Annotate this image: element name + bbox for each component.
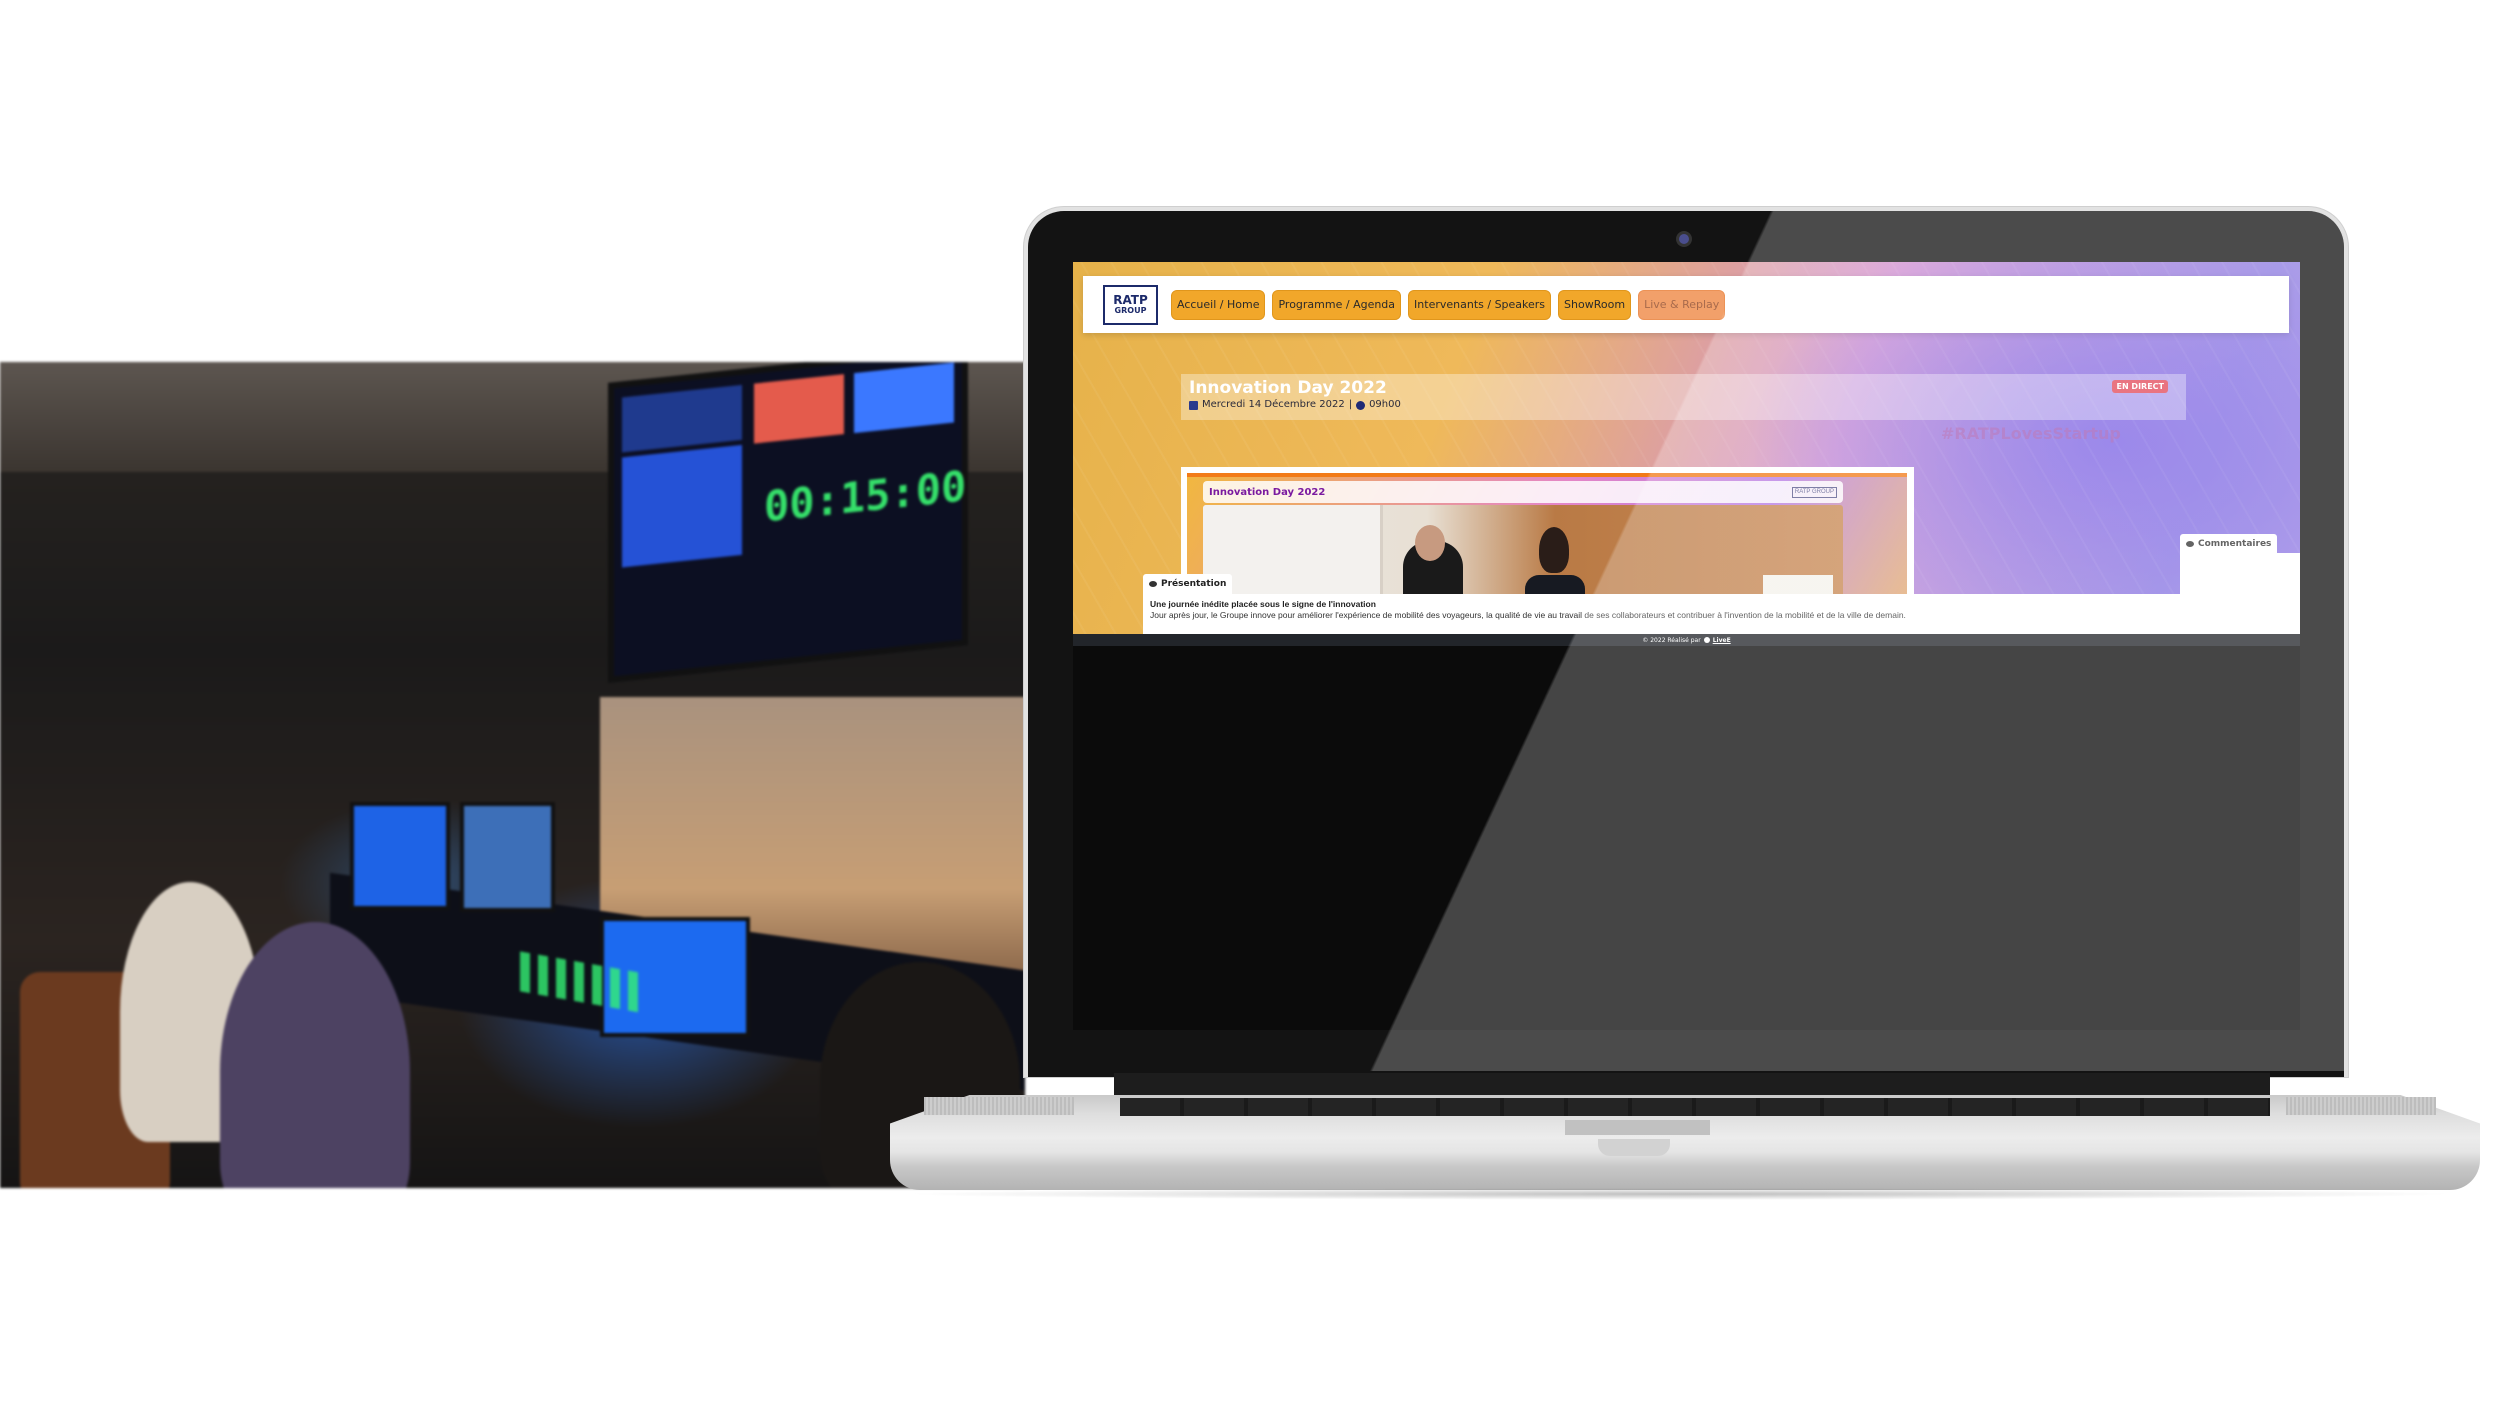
desk-monitor [460, 802, 555, 912]
presentation-tab-label: Présentation [1161, 579, 1227, 589]
event-datetime: Mercredi 14 Décembre 2022 | 09h00 [1189, 398, 2178, 412]
site-footer: © 2022 Réalisé par LiveE [1073, 634, 2300, 646]
monitor-tile [622, 384, 742, 453]
monitor-tile [622, 444, 742, 568]
speaker-man-head [1415, 525, 1445, 561]
meta-separator: | [1348, 399, 1353, 410]
screen-bezel-bottom [1073, 646, 2300, 1030]
nav-speakers[interactable]: Intervenants / Speakers [1408, 289, 1552, 320]
event-date: Mercredi 14 Décembre 2022 [1202, 399, 1345, 410]
speaker-grille-left [924, 1097, 1074, 1115]
wall-monitor: 00:15:00 [608, 362, 968, 683]
video-overlay-header: Innovation Day 2022 RATP GROUP [1203, 481, 1843, 503]
webcam-icon [1679, 234, 1689, 244]
top-navigation: RATP GROUP Accueil / Home Programme / Ag… [1083, 276, 2289, 333]
laptop-hinge [1114, 1073, 2270, 1095]
video-overlay-logo: RATP GROUP [1791, 486, 1837, 498]
logo-line1: RATP [1113, 292, 1148, 307]
event-time: 09h00 [1369, 399, 1401, 410]
video-overlay-title: Innovation Day 2022 [1209, 486, 1326, 498]
laptop-trackpad [1565, 1120, 1710, 1135]
nav-showroom[interactable]: ShowRoom [1558, 289, 1632, 320]
comments-tab-label: Commentaires [2198, 538, 2272, 549]
presentation-heading: Une journée inédite placée sous le signe… [1150, 599, 1376, 609]
desk-monitor [350, 802, 450, 910]
laptop-lid-notch [1598, 1139, 1670, 1156]
speaker-woman-head [1539, 527, 1569, 573]
countdown-timer: 00:15:00 [764, 461, 967, 532]
laptop-shadow [900, 1188, 2460, 1200]
background-hashtag: #RATPLovesStartup [1941, 424, 2121, 443]
event-header: Innovation Day 2022 Mercredi 14 Décembre… [1181, 374, 2186, 420]
live-status-badge: EN DIRECT [2112, 380, 2168, 393]
speaker-grille-right [2286, 1097, 2436, 1115]
control-room-photo: 00:15:00 [0, 362, 1025, 1188]
comment-bubble-icon [1149, 581, 1157, 587]
clock-icon [1356, 400, 1366, 410]
presentation-content: Une journée inédite placée sous le signe… [1143, 594, 2300, 638]
event-title: Innovation Day 2022 [1189, 378, 1387, 398]
nav-home[interactable]: Accueil / Home [1171, 289, 1266, 320]
tab-comments[interactable]: Commentaires [2180, 534, 2278, 553]
footer-text: © 2022 Réalisé par [1642, 636, 1701, 644]
calendar-icon [1189, 400, 1198, 410]
comment-bubble-icon [2186, 540, 2194, 547]
laptop-keyboard [1120, 1098, 2270, 1116]
laptop-screen: RATP GROUP Accueil / Home Programme / Ag… [1073, 262, 2300, 1030]
ratp-group-logo[interactable]: RATP GROUP [1103, 284, 1158, 325]
livee-logo-icon [1703, 637, 1710, 643]
monitor-tile [854, 362, 954, 434]
footer-brand-link[interactable]: LiveE [1713, 637, 1731, 644]
nav-agenda[interactable]: Programme / Agenda [1272, 289, 1402, 320]
nav-live-replay[interactable]: Live & Replay [1638, 289, 1726, 320]
logo-line2: GROUP [1114, 305, 1147, 315]
monitor-tile [754, 374, 844, 444]
tab-presentation[interactable]: Présentation [1143, 574, 1233, 594]
presentation-text: Jour après jour, le Groupe innove pour a… [1150, 610, 1906, 620]
